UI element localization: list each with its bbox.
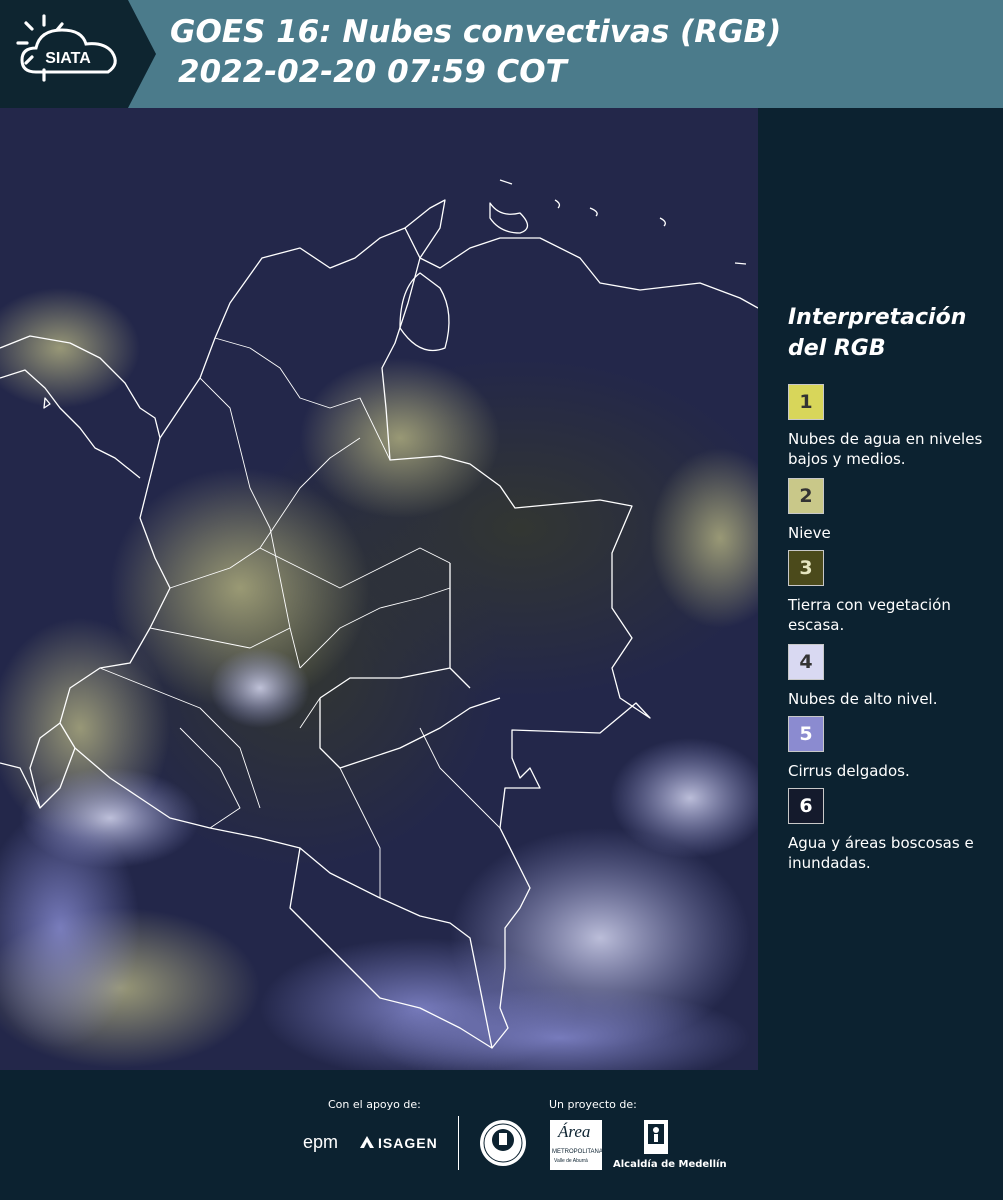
legend-item-6: 6 Agua y áreas boscosas e inundadas. [788, 788, 988, 873]
project-label: Un proyecto de: [549, 1098, 637, 1111]
legend-label: Nieve [788, 524, 831, 542]
isagen-logo: ISAGEN [360, 1134, 450, 1156]
header-bar: SIATA GOES 16: Nubes convectivas (RGB) 2… [0, 0, 1003, 108]
legend-item-5: 5 Cirrus delgados. [788, 716, 988, 781]
support-label: Con el apoyo de: [328, 1098, 421, 1111]
legend-label: Cirrus delgados. [788, 762, 910, 780]
isagen-icon [360, 1136, 374, 1148]
legend-label: Tierra con vegetación escasa. [788, 596, 951, 634]
page-title: GOES 16: Nubes convectivas (RGB) [170, 14, 782, 50]
alcaldia-emblem [640, 1118, 672, 1156]
alcaldia-label: Alcaldía de Medellín [613, 1159, 727, 1170]
legend-panel: Interpretación del RGB 1 Nubes de agua e… [758, 108, 1003, 1070]
legend-item-3: 3 Tierra con vegetación escasa. [788, 550, 988, 635]
satellite-map[interactable] [0, 108, 758, 1070]
epm-logo: epm [303, 1132, 339, 1152]
legend-swatch: 1 [788, 384, 824, 420]
legend-swatch: 3 [788, 550, 824, 586]
legend-title: Interpretación del RGB [788, 305, 967, 361]
legend-swatch: 4 [788, 644, 824, 680]
legend-item-2: 2 Nieve [788, 478, 988, 543]
footer: Con el apoyo de: Un proyecto de: epm ISA… [0, 1070, 1003, 1200]
medellin-seal [478, 1118, 528, 1168]
legend-label: Nubes de agua en niveles bajos y medios. [788, 430, 983, 468]
svg-text:SIATA: SIATA [45, 50, 91, 67]
legend-swatch: 2 [788, 478, 824, 514]
legend-label: Nubes de alto nivel. [788, 690, 938, 708]
legend-swatch: 5 [788, 716, 824, 752]
legend-swatch: 6 [788, 788, 824, 824]
footer-divider [458, 1116, 459, 1170]
legend-item-4: 4 Nubes de alto nivel. [788, 644, 988, 709]
timestamp: 2022-02-20 07:59 COT [178, 54, 567, 90]
legend-item-1: 1 Nubes de agua en niveles bajos y medio… [788, 384, 988, 469]
area-metropolitana-logo: Área METROPOLITANA Valle de Aburrá [550, 1120, 603, 1170]
siata-logo: SIATA [0, 0, 160, 108]
legend-label: Agua y áreas boscosas e inundadas. [788, 834, 974, 872]
